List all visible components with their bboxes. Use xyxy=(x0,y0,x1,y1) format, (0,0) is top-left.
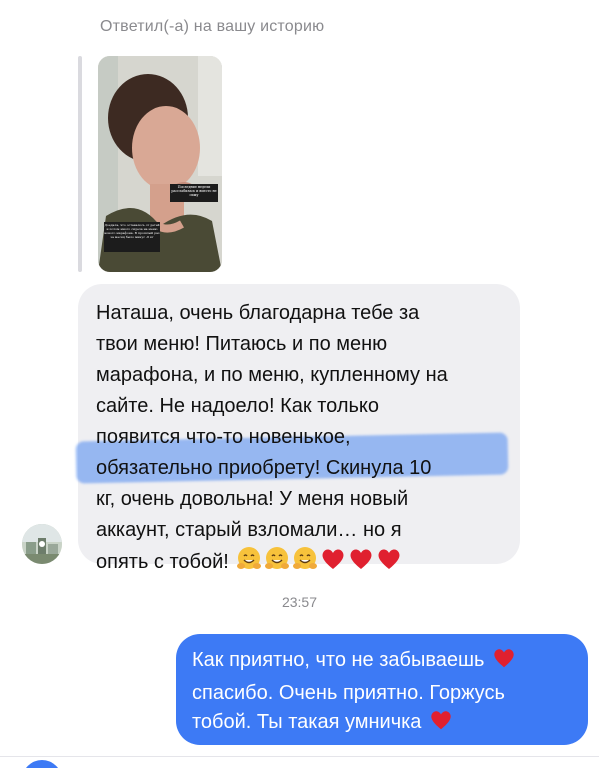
quote-bar xyxy=(78,56,82,272)
incoming-line: аккаунт, старый взломали… но я xyxy=(96,519,402,541)
incoming-line: сайте. Не надоело! Как только xyxy=(96,395,380,417)
hugging-face-icon xyxy=(292,546,318,582)
hugging-face-icon xyxy=(264,546,290,582)
story-caption-bottom: Доедала, что оставалось от детей и потом… xyxy=(104,223,160,239)
red-heart-icon xyxy=(492,646,516,679)
red-heart-icon xyxy=(348,546,374,582)
red-heart-icon xyxy=(376,546,402,582)
composer-bar xyxy=(0,756,599,768)
chat-screen: Ответил(-а) на вашу историю Последние не… xyxy=(0,0,599,768)
red-heart-icon xyxy=(320,546,346,582)
incoming-line: твои меню! Питаюсь и по меню xyxy=(96,333,388,355)
red-heart-icon xyxy=(429,708,453,741)
story-reply-label: Ответил(-а) на вашу историю xyxy=(100,18,325,35)
incoming-emoji-row xyxy=(234,547,402,573)
incoming-line: Наташа, очень благодарна тебе за xyxy=(96,302,420,324)
message-timestamp: 23:57 xyxy=(281,594,318,610)
outgoing-message-text: Как приятно, что не забываешь спасибо. О… xyxy=(192,646,582,741)
incoming-line: опять с тобой! xyxy=(96,551,229,573)
incoming-line: обязательно приобрету! Скинула 10 xyxy=(96,457,432,479)
incoming-line: кг, очень довольна! У меня новый xyxy=(96,488,409,510)
story-thumbnail[interactable]: Последние недели расслабилась и вместо н… xyxy=(98,56,222,272)
incoming-line: марафона, и по меню, купленному на xyxy=(96,364,448,386)
contact-avatar[interactable] xyxy=(22,524,62,564)
hugging-face-icon xyxy=(236,546,262,582)
outgoing-line: Как приятно, что не забываешь xyxy=(192,649,485,671)
incoming-line: появится что-то новенькое, xyxy=(96,426,351,448)
story-caption-top: Последние недели расслабилась и вместо н… xyxy=(171,185,217,198)
incoming-message-text: Наташа, очень благодарна тебе за твои ме… xyxy=(96,298,516,582)
outgoing-line: спасибо. Очень приятно. Горжусь xyxy=(192,682,505,704)
outgoing-line: тобой. Ты такая умничка xyxy=(192,711,422,733)
